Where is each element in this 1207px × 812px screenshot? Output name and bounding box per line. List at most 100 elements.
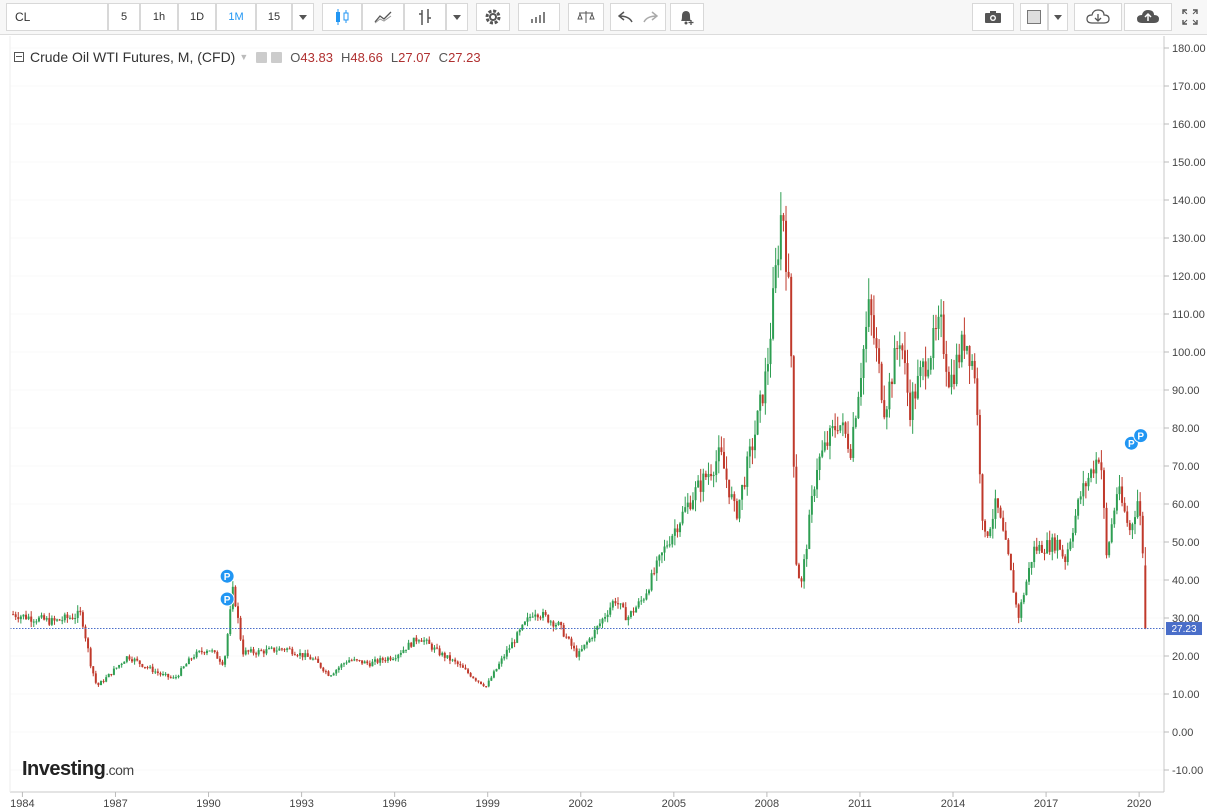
interval-dropdown-button[interactable]	[292, 3, 314, 31]
candle-body	[805, 548, 808, 560]
candle-body	[756, 410, 759, 435]
candle-body	[472, 676, 475, 679]
candle-body	[660, 552, 663, 556]
box-dropdown-button[interactable]	[1048, 3, 1068, 31]
candle-body	[865, 326, 868, 349]
candle-body	[539, 617, 542, 619]
candle-body	[1038, 544, 1041, 551]
investing-logo[interactable]: Investing.com	[22, 758, 134, 781]
snapshot-button[interactable]	[972, 3, 1014, 31]
candle-body	[448, 655, 451, 661]
candle-body	[919, 367, 922, 376]
candle-body	[782, 215, 785, 221]
candle-body	[841, 422, 844, 426]
candle-body	[627, 617, 630, 621]
candle-body	[63, 614, 66, 621]
candle-body	[242, 639, 245, 655]
candle-body	[1004, 530, 1007, 540]
interval-1m-button[interactable]: 1M	[216, 3, 256, 31]
square-icon	[1027, 10, 1041, 24]
candle-body	[689, 502, 692, 509]
candle-body	[1077, 499, 1080, 516]
candle-body	[433, 647, 436, 650]
candle-body	[371, 661, 374, 667]
compare-button[interactable]	[404, 3, 446, 31]
candle-body	[911, 391, 914, 420]
candles-style-button[interactable]	[322, 3, 362, 31]
candle-body	[816, 469, 819, 490]
candle-body	[252, 649, 255, 654]
candle-body	[591, 638, 594, 640]
candle-body	[198, 650, 201, 652]
time-tick-label: 2008	[755, 798, 779, 810]
settings-small-icon[interactable]	[271, 51, 283, 63]
settings-button[interactable]	[476, 3, 510, 31]
interval-1h-button[interactable]: 1h	[140, 3, 178, 31]
compare-scale-button[interactable]	[568, 3, 604, 31]
candle-body	[1053, 537, 1056, 551]
price-tick-label: 70.00	[1172, 461, 1200, 473]
candle-body	[417, 640, 420, 642]
candle-body	[19, 616, 22, 620]
candle-body	[580, 648, 583, 652]
candle-body	[710, 473, 713, 477]
interval-5-button[interactable]: 5	[108, 3, 140, 31]
time-tick-label: 1987	[103, 798, 127, 810]
compare-dropdown-button[interactable]	[446, 3, 468, 31]
studies-button[interactable]	[518, 3, 560, 31]
candle-body	[498, 663, 501, 669]
candle-body	[410, 642, 413, 647]
fullscreen-box-button[interactable]	[1020, 3, 1048, 31]
candle-body	[505, 649, 508, 657]
candle-body	[937, 316, 940, 329]
candle-body	[645, 593, 648, 600]
indicators-button[interactable]	[362, 3, 404, 31]
candle-body	[376, 659, 379, 663]
interval-15-button[interactable]: 15	[256, 3, 292, 31]
candle-body	[529, 616, 532, 618]
candle-body	[516, 632, 519, 643]
candle-body	[436, 647, 439, 649]
candle-body	[991, 518, 994, 529]
interval-1d-button[interactable]: 1D	[178, 3, 216, 31]
candle-body	[578, 651, 581, 657]
fullscreen-button[interactable]	[1176, 3, 1204, 31]
candle-body	[748, 446, 751, 457]
candle-body	[503, 656, 506, 659]
candle-body	[185, 664, 188, 667]
candle-body	[1087, 477, 1090, 487]
candle-body	[405, 649, 408, 651]
chevron-down-icon[interactable]: ▼	[239, 52, 248, 62]
price-chart[interactable]: PPPP -10.000.0010.0020.0030.0040.0050.00…	[0, 36, 1207, 812]
interval-1m-label: 1M	[228, 11, 244, 23]
collapse-icon[interactable]	[14, 52, 24, 62]
candle-body	[673, 528, 676, 536]
candle-body	[234, 586, 237, 607]
candle-body	[978, 415, 981, 475]
save-layout-button[interactable]	[1124, 3, 1172, 31]
candle-body	[469, 673, 472, 677]
symbol-input[interactable]: CL	[6, 3, 108, 31]
candle-body	[118, 665, 121, 668]
interval-15-label: 15	[267, 11, 281, 23]
eye-icon[interactable]	[256, 51, 268, 63]
candle-body	[994, 498, 997, 519]
candle-body	[950, 374, 953, 388]
candle-body	[1012, 570, 1015, 593]
candle-body	[593, 629, 596, 639]
candle-body	[797, 564, 800, 579]
load-layout-button[interactable]	[1074, 3, 1122, 31]
add-alert-button[interactable]	[670, 3, 704, 31]
candle-body	[110, 673, 113, 675]
candle-body	[542, 612, 545, 618]
candle-body	[640, 600, 643, 602]
redo-icon[interactable]	[642, 11, 658, 23]
candle-body	[76, 610, 79, 619]
candle-body	[314, 658, 317, 660]
candle-body	[891, 381, 894, 385]
candle-body	[901, 345, 904, 351]
undo-icon[interactable]	[618, 11, 634, 23]
candle-body	[102, 681, 105, 683]
candle-body	[960, 334, 963, 363]
candle-body	[831, 426, 834, 429]
